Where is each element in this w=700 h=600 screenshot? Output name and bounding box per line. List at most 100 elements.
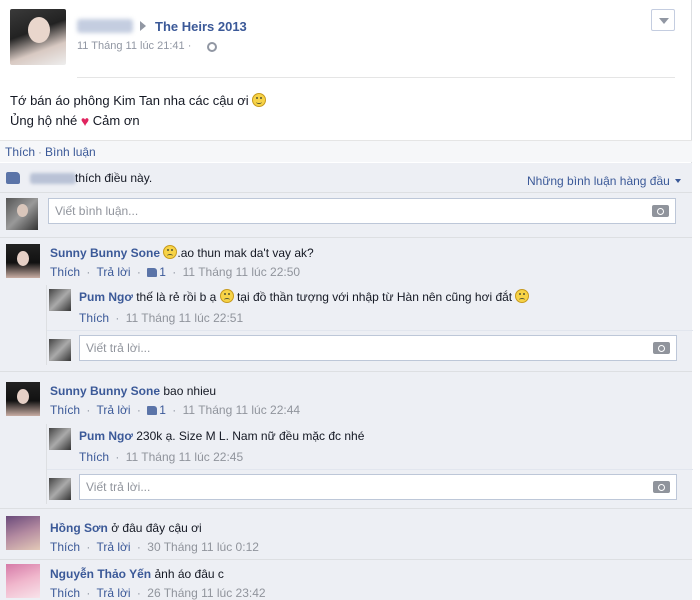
viewer-avatar [49,339,71,361]
commenter-avatar[interactable] [6,382,40,416]
post: The Heirs 2013 11 Tháng 11 lúc 21:41 · T… [0,0,693,600]
reply-input[interactable]: Viết trả lời... [79,335,677,361]
row-separator [0,559,692,560]
reply-body: Pum Ngơ 230k ạ. Size M L. Nam nữ đều mặc… [79,428,364,444]
separator: · [115,450,120,464]
comment-text: .ao thun mak da't vay ak? [177,246,314,260]
commenter-name[interactable]: Nguyễn Thảo Yến [50,567,151,581]
sad-emoji-icon [163,245,178,259]
comment-sort-dropdown[interactable]: Những bình luận hàng đầu [527,174,681,188]
comment-meta: Thích · Trả lời · 1 · 11 Tháng 11 lúc 22… [50,265,300,279]
commenter-avatar[interactable] [6,516,40,550]
author-avatar[interactable] [10,9,66,65]
reply-meta: Thích · 11 Tháng 11 lúc 22:51 [79,311,243,325]
author-name-redacted[interactable] [77,19,133,33]
comment-body: Sunny Bunny Sone .ao thun mak da't vay a… [50,245,314,261]
comment-body: Hồng Sơn ở đâu đây cậu ơi [50,520,202,536]
commenter-avatar[interactable] [6,564,40,598]
separator: · [38,145,43,159]
comment-text: ở đâu đây cậu ơi [111,521,202,535]
reply-body: Pum Ngơ thế là rẻ rồi b ạ tại đồ thần tư… [79,289,530,305]
thumbs-up-icon [147,406,158,415]
comment-like-link[interactable]: Thích [50,586,80,600]
reply-text: tại đồ thần tượng với nhập từ Hàn nên cũ… [236,290,513,304]
reply-text: 230k ạ. Size M L. Nam nữ đều mặc đc nhé [136,429,365,443]
divider [77,77,675,78]
group-name-link[interactable]: The Heirs 2013 [155,19,247,34]
comment-reply-link[interactable]: Trả lời [96,403,130,417]
comment-reply-link[interactable]: Trả lời [96,540,130,554]
comment-time[interactable]: 11 Tháng 11 lúc 22:44 [183,403,300,417]
separator: · [172,265,177,279]
commenter-name[interactable]: Sunny Bunny Sone [50,384,160,398]
replies-block: Pum Ngơ 230k ạ. Size M L. Nam nữ đều mặc… [46,424,693,504]
comment-text: ảnh áo đâu c [154,567,224,581]
comment-input-row: Viết bình luận... [0,194,692,238]
reply-time[interactable]: 11 Tháng 11 lúc 22:45 [126,450,243,464]
comment-meta: Thích · Trả lời · 26 Tháng 11 lúc 23:42 [50,586,266,600]
likes-row: thích điều này. Những bình luận hàng đầu [0,163,692,193]
smile-emoji-icon [252,93,267,107]
likers-redacted[interactable] [30,173,76,184]
comment-text: bao nhieu [163,384,217,398]
commenter-name[interactable]: Sunny Bunny Sone [50,246,160,260]
reply: Pum Ngơ thế là rẻ rồi b ạ tại đồ thần tư… [47,285,693,331]
post-text-part: Cảm ơn [92,113,140,128]
reply-like-link[interactable]: Thích [79,311,109,325]
replier-avatar[interactable] [49,289,71,311]
post-text: Tớ bán áo phông Kim Tan nha các cậu ơi Ủ… [10,91,267,131]
comment-like-link[interactable]: Thích [50,540,80,554]
comment-meta: Thích · Trả lời · 1 · 11 Tháng 11 lúc 22… [50,403,300,417]
separator: · [86,265,91,279]
sad-emoji-icon [515,289,530,303]
commenter-avatar[interactable] [6,244,40,278]
comment-time[interactable]: 11 Tháng 11 lúc 22:50 [183,265,300,279]
comment-time[interactable]: 26 Tháng 11 lúc 23:42 [147,586,265,600]
reply-like-link[interactable]: Thích [79,450,109,464]
separator: · [86,540,91,554]
camera-icon[interactable] [652,205,669,217]
separator: · [136,540,141,554]
comment-like-link[interactable]: Thích [50,265,80,279]
sad-emoji-icon [219,289,234,303]
globe-icon[interactable] [207,42,217,52]
comments-section: thích điều này. Những bình luận hàng đầu… [0,163,693,600]
comment-body: Nguyễn Thảo Yến ảnh áo đâu c [50,566,224,582]
post-text-line-1: Tớ bán áo phông Kim Tan nha các cậu ơi [10,91,267,111]
comment-link[interactable]: Bình luận [45,145,96,159]
comment-body: Sunny Bunny Sone bao nhieu [50,383,216,399]
like-link[interactable]: Thích [5,145,35,159]
comment-input[interactable]: Viết bình luận... [48,198,676,224]
comment-like-count[interactable]: 1 [159,265,166,279]
comment-reply-link[interactable]: Trả lời [96,265,130,279]
likes-text: thích điều này. [75,171,153,185]
comment-time[interactable]: 30 Tháng 11 lúc 0:12 [147,540,259,554]
comment-reply-link[interactable]: Trả lời [96,586,130,600]
comment-meta: Thích · Trả lời · 30 Tháng 11 lúc 0:12 [50,540,259,554]
post-text-line-2: Ủng hộ nhé ♥ Cảm ơn [10,111,266,131]
commenter-name[interactable]: Hồng Sơn [50,521,108,535]
post-text-part: Ủng hộ nhé [10,113,78,128]
comment-like-link[interactable]: Thích [50,403,80,417]
reply-text: thế là rẻ rồi b ạ [136,290,217,304]
post-text-part: Tớ bán áo phông Kim Tan nha các cậu ơi [10,93,249,108]
post-timestamp[interactable]: 11 Tháng 11 lúc 21:41 · [77,40,191,52]
camera-icon[interactable] [653,481,670,493]
replies-block: Pum Ngơ thế là rẻ rồi b ạ tại đồ thần tư… [46,285,693,365]
replier-avatar[interactable] [49,428,71,450]
comment-like-count[interactable]: 1 [159,403,166,417]
replier-name[interactable]: Pum Ngơ [79,290,133,304]
replier-name[interactable]: Pum Ngơ [79,429,133,443]
comment-input-placeholder: Viết bình luận... [55,204,139,218]
camera-icon[interactable] [653,342,670,354]
post-options-button[interactable] [651,9,675,31]
reply-time[interactable]: 11 Tháng 11 lúc 22:51 [126,311,243,325]
reply-input[interactable]: Viết trả lời... [79,474,677,500]
separator: · [136,265,141,279]
reply: Pum Ngơ 230k ạ. Size M L. Nam nữ đều mặc… [47,424,693,470]
heart-icon: ♥ [80,113,90,129]
separator: · [86,403,91,417]
post-actions-bar: Thích · Bình luận [0,140,692,162]
viewer-avatar [49,478,71,500]
reply-meta: Thích · 11 Tháng 11 lúc 22:45 [79,450,243,464]
